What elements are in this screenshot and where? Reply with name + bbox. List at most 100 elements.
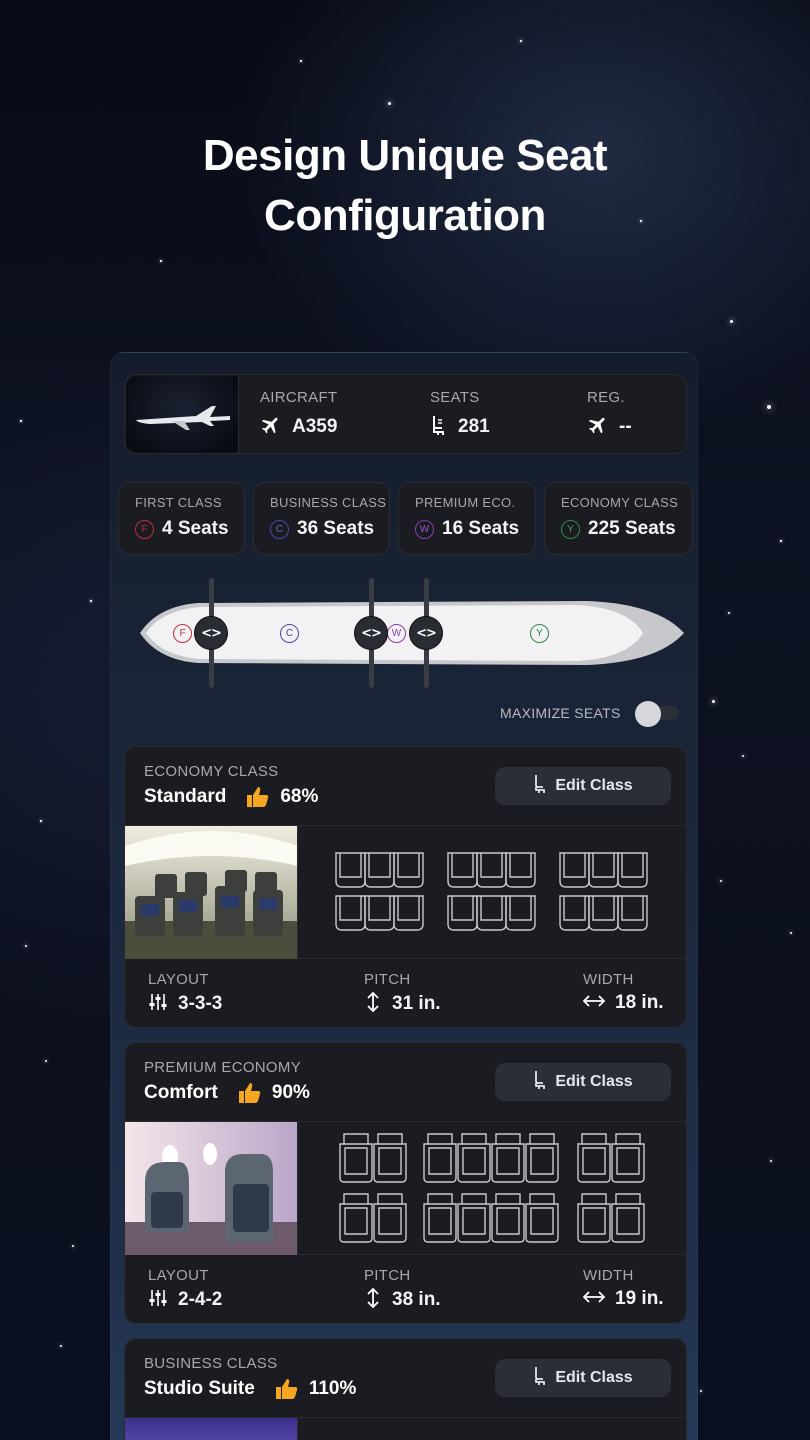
edit-class-button[interactable]: Edit Class	[495, 1359, 671, 1397]
edit-class-button[interactable]: Edit Class	[495, 767, 671, 805]
seat	[476, 852, 507, 888]
class-name: Standard	[144, 786, 227, 807]
seat-icon	[430, 414, 448, 440]
chip-economy-class[interactable]: ECONOMY CLASS Y 225 Seats	[544, 482, 693, 555]
chip-premium-economy[interactable]: PREMIUM ECO. W 16 Seats	[398, 482, 536, 555]
seat-map	[299, 826, 686, 959]
seat-map	[299, 1122, 686, 1255]
seat	[505, 895, 536, 931]
class-category: PREMIUM ECONOMY	[144, 1059, 302, 1076]
pitch-label: PITCH	[364, 971, 411, 988]
horizontal-arrows-icon	[582, 992, 606, 1014]
pitch-value: 31 in.	[392, 993, 441, 1014]
class-rating: 68%	[280, 786, 319, 807]
width-label: WIDTH	[583, 1267, 634, 1284]
aircraft-info-card: AIRCRAFT A359 SEATS 281 REG. --	[124, 374, 687, 454]
seat	[525, 1193, 559, 1243]
seat	[588, 895, 619, 931]
seat	[525, 1133, 559, 1183]
class-badge-y: Y	[561, 519, 580, 539]
seat-icon	[533, 774, 547, 799]
seat	[393, 852, 424, 888]
class-name: Studio Suite	[144, 1378, 255, 1399]
layout-value: 2-4-2	[178, 1289, 223, 1310]
star	[712, 700, 715, 703]
seat	[423, 1193, 457, 1243]
seat	[611, 1193, 645, 1243]
aircraft-value: A359	[292, 416, 338, 437]
seat	[447, 895, 478, 931]
star	[700, 1390, 702, 1392]
star	[728, 612, 730, 614]
star	[25, 945, 27, 947]
seat	[491, 1193, 525, 1243]
class-rating: 90%	[271, 1082, 310, 1103]
layout-label: LAYOUT	[148, 1267, 209, 1284]
plane-icon	[260, 414, 282, 440]
star	[40, 820, 42, 822]
seat	[559, 895, 590, 931]
seat	[491, 1133, 525, 1183]
cabin-photo	[125, 1122, 298, 1255]
maximize-seats-row: MAXIMIZE SEATS	[500, 701, 681, 727]
class-category: BUSINESS CLASS	[144, 1355, 278, 1372]
seats-value: 281	[458, 416, 490, 437]
chip-label: FIRST CLASS	[135, 495, 222, 510]
seat	[335, 895, 366, 931]
seat	[335, 852, 366, 888]
edit-class-button[interactable]: Edit Class	[495, 1063, 671, 1101]
zone-w: W	[387, 624, 406, 643]
width-spec: WIDTH 18 in.	[582, 971, 664, 1014]
seats-label: SEATS	[430, 389, 480, 406]
thumbs-up-icon	[238, 1082, 262, 1104]
fuselage-diagram: F C W Y <> <> <>	[138, 578, 686, 688]
chip-first-class[interactable]: FIRST CLASS F 4 Seats	[118, 482, 245, 555]
class-card-economy: ECONOMY CLASS Standard 68% Edit Class LA…	[124, 746, 687, 1028]
star	[790, 932, 792, 934]
layout-value: 3-3-3	[178, 993, 223, 1014]
zone-f: F	[173, 624, 192, 643]
aircraft-photo	[126, 376, 239, 453]
seat-icon	[533, 1070, 547, 1095]
class-card-premium-economy: PREMIUM ECONOMY Comfort 90% Edit Class L…	[124, 1042, 687, 1324]
edit-class-label: Edit Class	[555, 777, 633, 794]
chip-seats: 16 Seats	[442, 518, 520, 539]
pitch-value: 38 in.	[392, 1289, 441, 1310]
class-card-business: BUSINESS CLASS Studio Suite 110% Edit Cl…	[124, 1338, 687, 1440]
divider-handle-1[interactable]: <>	[194, 616, 228, 650]
seat	[617, 895, 648, 931]
star	[60, 1345, 62, 1347]
layout-spec: LAYOUT 2-4-2	[148, 1267, 222, 1312]
seat	[577, 1193, 611, 1243]
seat	[423, 1133, 457, 1183]
zone-y: Y	[530, 624, 549, 643]
star	[388, 102, 391, 105]
seat	[457, 1133, 491, 1183]
seat	[339, 1133, 373, 1183]
seat	[577, 1133, 611, 1183]
chip-business-class[interactable]: BUSINESS CLASS C 36 Seats	[253, 482, 390, 555]
page-title: Design Unique Seat Configuration	[0, 126, 810, 246]
chip-label: PREMIUM ECO.	[415, 495, 516, 510]
divider-handle-3[interactable]: <>	[409, 616, 443, 650]
star	[780, 540, 782, 542]
pitch-label: PITCH	[364, 1267, 411, 1284]
zone-c: C	[280, 624, 299, 643]
edit-class-label: Edit Class	[555, 1369, 633, 1386]
layout-spec: LAYOUT 3-3-3	[148, 971, 222, 1016]
chip-seats: 225 Seats	[588, 518, 676, 539]
divider-handle-2[interactable]: <>	[354, 616, 388, 650]
seat	[611, 1133, 645, 1183]
seat	[364, 852, 395, 888]
sliders-icon	[148, 992, 168, 1016]
width-value: 18 in.	[615, 992, 664, 1013]
reg-value: --	[619, 416, 632, 437]
seat	[457, 1193, 491, 1243]
edit-class-label: Edit Class	[555, 1073, 633, 1090]
cabin-photo	[125, 826, 298, 959]
maximize-seats-toggle[interactable]	[634, 701, 681, 727]
width-value: 19 in.	[615, 1288, 664, 1309]
chip-seats: 36 Seats	[297, 518, 375, 539]
star	[300, 60, 302, 62]
aircraft-label: AIRCRAFT	[260, 389, 338, 406]
